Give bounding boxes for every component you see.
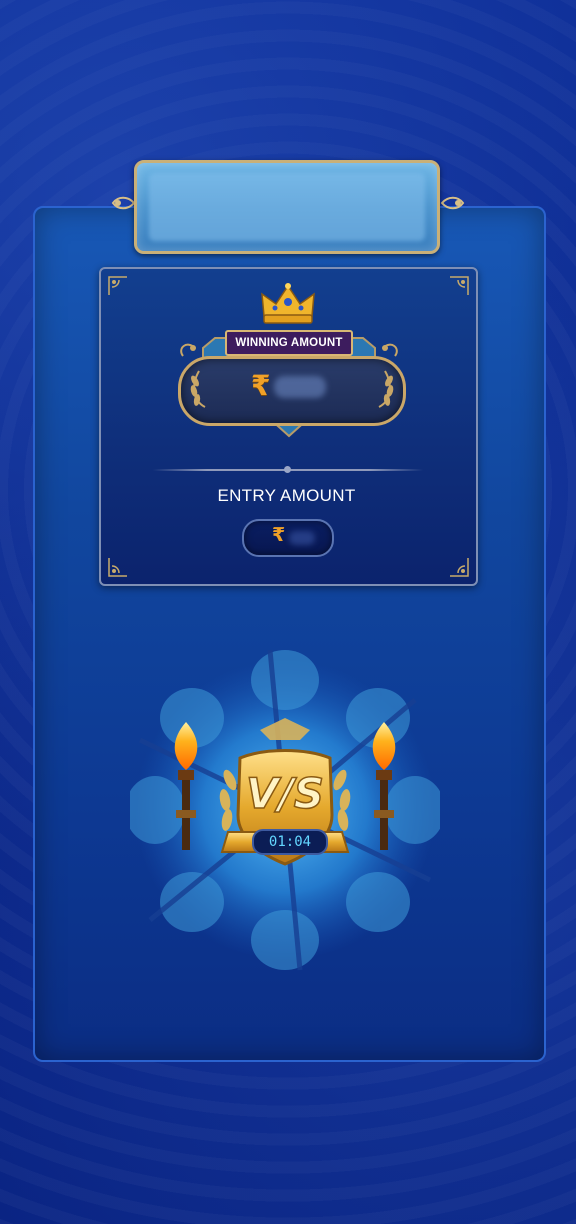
entry-amount-value bbox=[289, 531, 315, 545]
crown-icon bbox=[261, 283, 315, 324]
winning-currency-symbol: ₹ bbox=[251, 369, 271, 402]
entry-amount-label: ENTRY AMOUNT bbox=[217, 486, 356, 505]
banner-text-area bbox=[149, 173, 425, 241]
game-screen: WINNING AMOUNT ₹ ENTRY AMOUNT ₹ V/S 01:0… bbox=[0, 0, 576, 1224]
corner-ornament-icon bbox=[450, 558, 469, 577]
versus-text: V/S bbox=[246, 769, 324, 818]
laurel-icon bbox=[190, 370, 206, 408]
countdown-timer: 01:04 bbox=[252, 829, 328, 855]
entry-amount-display bbox=[242, 519, 334, 557]
corner-ornament-icon bbox=[450, 276, 469, 295]
corner-ornament-icon bbox=[108, 558, 127, 577]
winning-amount-value bbox=[274, 376, 326, 398]
versus-emblem: V/S bbox=[130, 649, 440, 971]
flourish-icon bbox=[111, 196, 136, 210]
laurel-icon bbox=[378, 370, 394, 408]
winning-amount-label: WINNING AMOUNT bbox=[225, 330, 353, 356]
divider-ornament bbox=[284, 466, 291, 473]
entry-currency-symbol: ₹ bbox=[272, 524, 286, 546]
flourish-icon bbox=[440, 196, 465, 210]
corner-ornament-icon bbox=[108, 276, 127, 295]
header-banner bbox=[134, 160, 440, 254]
